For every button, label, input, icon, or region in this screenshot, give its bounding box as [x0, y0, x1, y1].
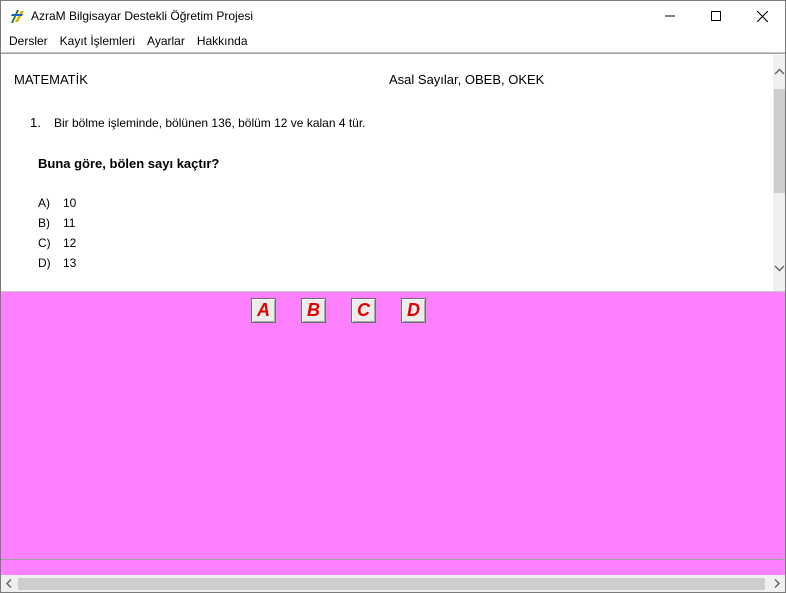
question-text: Bir bölme işleminde, bölünen 136, bölüm … — [54, 116, 366, 130]
option-letter: C) — [38, 236, 51, 250]
horizontal-scroll-thumb[interactable] — [18, 578, 765, 590]
menu-hakkinda[interactable]: Hakkında — [191, 31, 254, 51]
menu-dersler[interactable]: Dersler — [3, 31, 54, 51]
maximize-icon — [711, 11, 721, 21]
scroll-right-icon[interactable] — [768, 575, 785, 592]
menu-ayarlar[interactable]: Ayarlar — [141, 31, 191, 51]
answer-c-button[interactable]: C — [351, 298, 376, 323]
minimize-button[interactable] — [647, 1, 693, 31]
vertical-scroll-thumb[interactable] — [774, 89, 785, 193]
option-d: D) 13 — [38, 256, 76, 270]
topic-label: Asal Sayılar, OBEB, OKEK — [389, 72, 545, 87]
horizontal-scrollbar[interactable] — [1, 575, 785, 592]
option-value: 11 — [63, 216, 76, 230]
app-window: AzraM Bilgisayar Destekli Öğretim Projes… — [0, 0, 786, 593]
app-icon — [9, 8, 26, 25]
maximize-button[interactable] — [693, 1, 739, 31]
option-a: A) 10 — [38, 196, 76, 210]
scroll-down-icon[interactable] — [773, 261, 785, 275]
answer-b-button[interactable]: B — [301, 298, 326, 323]
vertical-scrollbar[interactable] — [773, 55, 785, 291]
option-value: 10 — [63, 196, 77, 210]
question-prompt: Buna göre, bölen sayı kaçtır? — [38, 156, 220, 171]
question-content: MATEMATİK Asal Sayılar, OBEB, OKEK 1. Bi… — [3, 55, 773, 291]
close-icon — [756, 10, 768, 22]
option-letter: D) — [38, 256, 51, 270]
answer-panel: A B C D — [1, 291, 785, 559]
option-value: 13 — [63, 256, 77, 270]
minimize-icon — [665, 15, 675, 17]
status-strip — [1, 559, 785, 575]
question-number: 1. — [30, 115, 41, 130]
menu-bar: Dersler Kayıt İşlemleri Ayarlar Hakkında — [1, 31, 785, 51]
menu-kayit-islemleri[interactable]: Kayıt İşlemleri — [54, 31, 141, 51]
subject-label: MATEMATİK — [14, 72, 88, 87]
close-button[interactable] — [739, 1, 785, 31]
window-title: AzraM Bilgisayar Destekli Öğretim Projes… — [31, 9, 254, 23]
scroll-up-icon[interactable] — [773, 65, 785, 79]
option-value: 12 — [63, 236, 77, 250]
scroll-left-icon[interactable] — [1, 575, 18, 592]
option-b: B) 11 — [38, 216, 75, 230]
option-letter: B) — [38, 216, 50, 230]
menu-separator — [1, 52, 785, 54]
answer-a-button[interactable]: A — [251, 298, 276, 323]
option-c: C) 12 — [38, 236, 76, 250]
answer-d-button[interactable]: D — [401, 298, 426, 323]
title-bar[interactable]: AzraM Bilgisayar Destekli Öğretim Projes… — [1, 1, 785, 31]
option-letter: A) — [38, 196, 50, 210]
